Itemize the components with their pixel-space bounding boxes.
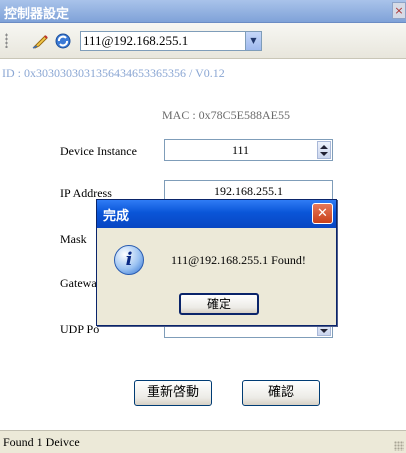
device-instance-stepper[interactable]: 111: [164, 139, 333, 161]
ok-button[interactable]: 確定: [179, 293, 259, 315]
dialog-message: 111@192.168.255.1 Found!: [171, 253, 306, 267]
resize-grip[interactable]: [394, 441, 404, 451]
refresh-icon[interactable]: [54, 33, 72, 49]
udp-port-label: UDP Po: [60, 322, 100, 336]
edit-icon[interactable]: [32, 33, 50, 49]
device-instance-label: Device Instance: [60, 144, 137, 158]
window-title: 控制器設定: [4, 7, 70, 22]
mac-address: MAC : 0x78C5E588AE55: [162, 108, 291, 122]
dialog-title-bar: 完成 ✕: [97, 200, 336, 228]
device-select[interactable]: 111@192.168.255.1 ▼: [80, 31, 262, 51]
mask-label: Mask: [60, 232, 87, 246]
gateway-label: Gatewa: [60, 276, 97, 290]
status-bar: Found 1 Deivce: [0, 430, 406, 453]
confirm-button[interactable]: 確認: [242, 380, 320, 406]
spinner-icon[interactable]: [317, 141, 331, 159]
device-select-value: 111@192.168.255.1: [83, 33, 189, 48]
title-bar: 控制器設定 ×: [0, 0, 406, 23]
status-text: Found 1 Deivce: [3, 435, 80, 449]
device-id-line: ID : 0x3030303031356434653365356 / V0.12: [2, 66, 225, 80]
dialog-close-button[interactable]: ✕: [312, 203, 333, 224]
close-button[interactable]: ×: [392, 2, 406, 19]
device-instance-value: 111: [231, 143, 250, 157]
toolbar-grip[interactable]: [5, 33, 8, 48]
restart-button[interactable]: 重新啓動: [134, 380, 212, 406]
found-dialog: 完成 ✕ i 111@192.168.255.1 Found! 確定: [96, 199, 337, 326]
chevron-down-icon[interactable]: ▼: [245, 32, 261, 50]
ip-address-value: 192.168.255.1: [214, 184, 283, 198]
toolbar: 111@192.168.255.1 ▼: [0, 23, 406, 59]
info-icon: i: [114, 245, 144, 275]
dialog-title: 完成: [103, 209, 130, 224]
